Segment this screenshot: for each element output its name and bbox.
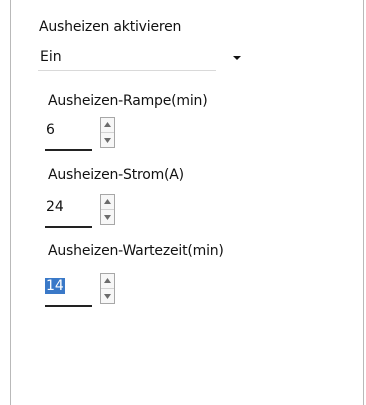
ramp-value[interactable]: 6 [45,122,56,138]
spin-down-icon[interactable] [101,289,114,303]
wait-label: Ausheizen-Wartezeit(min) [48,243,224,259]
current-underline [45,226,92,228]
enable-dropdown-underline [38,70,216,71]
wait-spin-buttons[interactable] [100,273,115,304]
dropdown-arrow-icon[interactable] [229,50,245,66]
spin-down-icon[interactable] [101,210,114,224]
spin-up-icon[interactable] [101,274,114,289]
settings-panel: Ausheizen aktivieren Ein Ausheizen-Rampe… [10,0,364,405]
ramp-label: Ausheizen-Rampe(min) [48,93,208,109]
current-value[interactable]: 24 [45,199,65,215]
enable-label: Ausheizen aktivieren [39,19,182,35]
ramp-underline [45,149,92,151]
current-label: Ausheizen-Strom(A) [48,167,184,183]
enable-dropdown-value: Ein [40,49,62,65]
current-spinbox[interactable]: 24 [45,192,145,234]
wait-underline [45,305,92,307]
spin-up-icon[interactable] [101,118,114,133]
ramp-spin-buttons[interactable] [100,117,115,148]
wait-spinbox[interactable]: 14 [45,271,145,313]
current-spin-buttons[interactable] [100,194,115,225]
ramp-spinbox[interactable]: 6 [45,115,145,157]
spin-down-icon[interactable] [101,133,114,147]
spin-up-icon[interactable] [101,195,114,210]
enable-dropdown[interactable]: Ein [38,45,251,71]
wait-value[interactable]: 14 [45,278,65,294]
